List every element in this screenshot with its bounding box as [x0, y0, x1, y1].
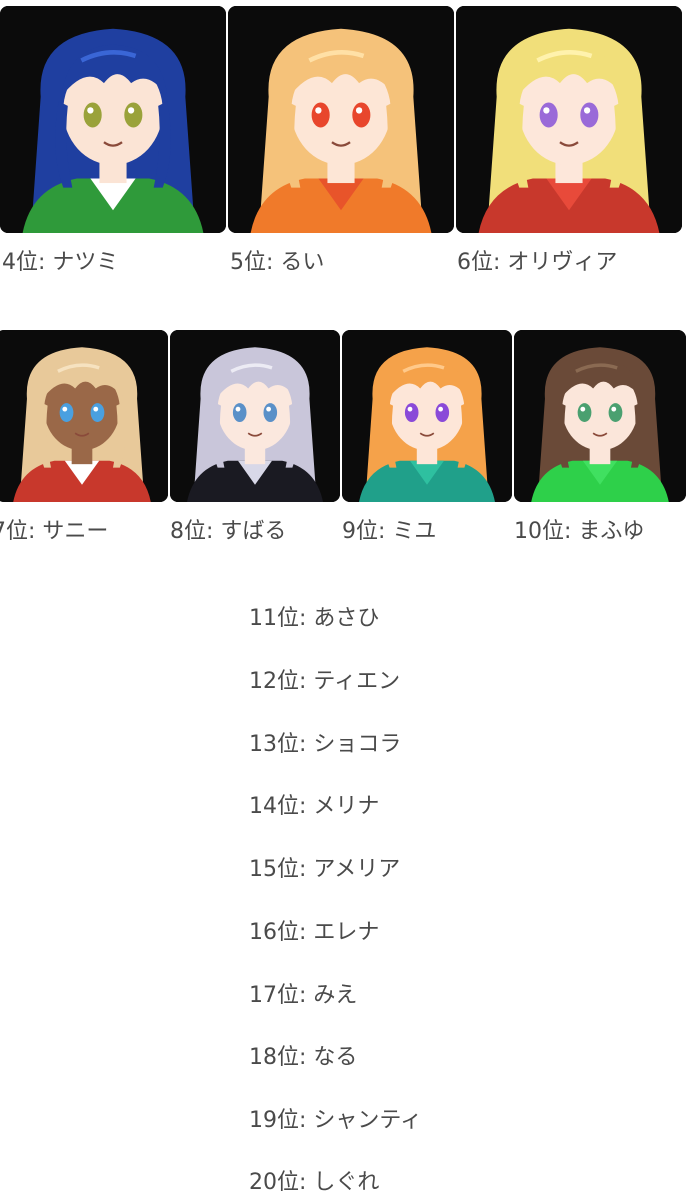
character-illustration — [456, 6, 682, 233]
character-illustration — [342, 330, 512, 502]
portrait-rank-4 — [0, 6, 226, 233]
portrait-rank-5 — [228, 6, 454, 233]
rank-14-item: 14位: メリナ — [249, 794, 380, 819]
rank-5-label: 5位: るい — [230, 250, 325, 275]
portrait-rank-10 — [514, 330, 686, 502]
rank-6-label: 6位: オリヴィア — [457, 250, 618, 275]
rank-10-label: 10位: まふゆ — [514, 519, 645, 544]
character-illustration — [514, 330, 686, 502]
portrait-rank-7 — [0, 330, 168, 502]
rank-12-item: 12位: ティエン — [249, 669, 401, 694]
character-illustration — [0, 330, 168, 502]
rank-4-label: 4位: ナツミ — [2, 250, 119, 275]
rank-20-item: 20位: しぐれ — [249, 1170, 380, 1195]
character-illustration — [170, 330, 340, 502]
rank-18-item: 18位: なる — [249, 1045, 358, 1070]
rank-17-item: 17位: みえ — [249, 983, 358, 1008]
rank-13-item: 13位: ショコラ — [249, 732, 402, 757]
character-illustration — [228, 6, 454, 233]
rank-8-label: 8位: すばる — [170, 519, 287, 544]
rank-16-item: 16位: エレナ — [249, 920, 380, 945]
rank-7-label: 7位: サニー — [0, 519, 109, 544]
portrait-rank-9 — [342, 330, 512, 502]
portrait-rank-8 — [170, 330, 340, 502]
character-illustration — [0, 6, 226, 233]
portrait-rank-6 — [456, 6, 682, 233]
rank-19-item: 19位: シャンティ — [249, 1108, 423, 1133]
rank-9-label: 9位: ミユ — [342, 519, 437, 544]
rank-11-item: 11位: あさひ — [249, 606, 380, 631]
rank-15-item: 15位: アメリア — [249, 857, 401, 882]
